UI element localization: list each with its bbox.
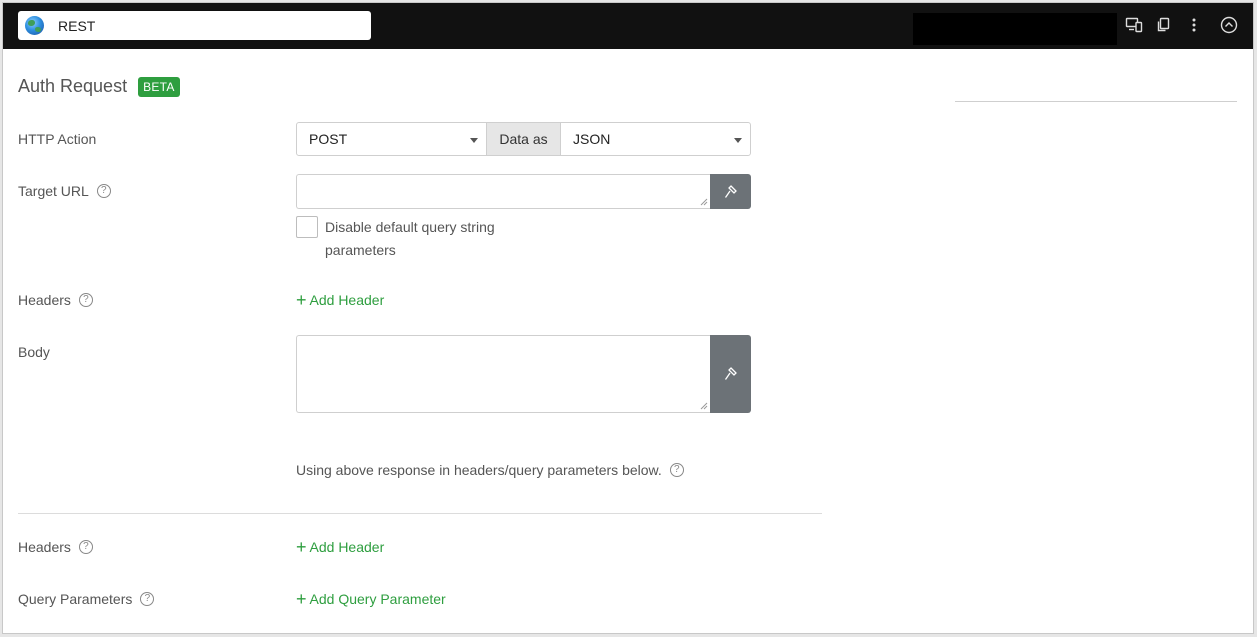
help-icon[interactable]: ? (669, 463, 684, 477)
beta-badge: BETA (138, 76, 180, 97)
http-action-label-text: HTTP Action (18, 131, 97, 147)
copy-icon[interactable] (1153, 15, 1173, 35)
query-params-label: Query Parameters ? (18, 591, 155, 607)
headers-label: Headers ? (18, 292, 93, 308)
http-action-value: POST (309, 131, 348, 147)
data-as-label: Data as (499, 131, 548, 147)
query-params-label-text: Query Parameters (18, 591, 133, 607)
devices-icon[interactable] (1124, 15, 1144, 35)
lower-headers-label: Headers ? (18, 539, 93, 555)
help-icon[interactable]: ? (78, 293, 93, 307)
body-input[interactable] (296, 335, 710, 413)
resize-grip-icon[interactable] (700, 402, 708, 410)
response-usage-text: Using above response in headers/query pa… (296, 462, 662, 478)
help-icon[interactable]: ? (96, 184, 111, 198)
disable-query-checkbox[interactable] (296, 216, 318, 238)
hammer-icon (724, 184, 737, 198)
redacted-area (913, 13, 1117, 45)
step-name-field[interactable]: REST (18, 11, 371, 40)
add-header-button[interactable]: + Add Header (296, 290, 385, 310)
chevron-down-icon (470, 138, 478, 143)
step-header-bar: REST (3, 3, 1253, 49)
target-url-label: Target URL ? (18, 183, 111, 199)
globe-icon (25, 16, 44, 35)
plus-icon: + (296, 589, 307, 609)
section-title: Auth Request (18, 76, 128, 96)
body-builder-button[interactable] (710, 335, 751, 413)
rest-step-panel: REST Auth Request BETA HTTP Action POST … (2, 2, 1254, 634)
resize-grip-icon[interactable] (700, 198, 708, 206)
disable-query-label: Disable default query string parameters (325, 219, 495, 258)
data-format-value: JSON (573, 131, 611, 147)
lower-headers-label-text: Headers (18, 539, 71, 555)
plus-icon: + (296, 290, 307, 310)
http-action-select[interactable]: POST (296, 122, 487, 156)
help-icon[interactable]: ? (140, 592, 155, 606)
add-query-param-button[interactable]: + Add Query Parameter (296, 589, 446, 609)
body-label: Body (18, 344, 50, 360)
help-icon[interactable]: ? (78, 540, 93, 554)
chevron-down-icon (734, 138, 742, 143)
collapse-up-icon[interactable] (1219, 15, 1239, 35)
add-query-param-text: Add Query Parameter (309, 591, 446, 607)
section-divider (18, 513, 822, 514)
lower-add-header-button[interactable]: + Add Header (296, 537, 385, 557)
response-usage-note: Using above response in headers/query pa… (296, 462, 684, 478)
target-url-label-text: Target URL (18, 183, 89, 199)
data-format-select[interactable]: JSON (560, 122, 751, 156)
http-action-label: HTTP Action (18, 131, 96, 147)
plus-icon: + (296, 537, 307, 557)
hammer-icon (724, 367, 737, 380)
step-name-text: REST (58, 17, 96, 34)
body-label-text: Body (18, 344, 50, 360)
lower-add-header-text: Add Header (309, 539, 385, 555)
more-vertical-icon[interactable] (1184, 15, 1204, 35)
add-header-text: Add Header (309, 292, 385, 308)
headers-label-text: Headers (18, 292, 71, 308)
section-header: Auth Request BETA (18, 76, 180, 97)
data-as-addon: Data as (487, 122, 560, 156)
right-divider (955, 101, 1237, 102)
url-builder-button[interactable] (710, 174, 751, 209)
target-url-input[interactable] (296, 174, 710, 209)
